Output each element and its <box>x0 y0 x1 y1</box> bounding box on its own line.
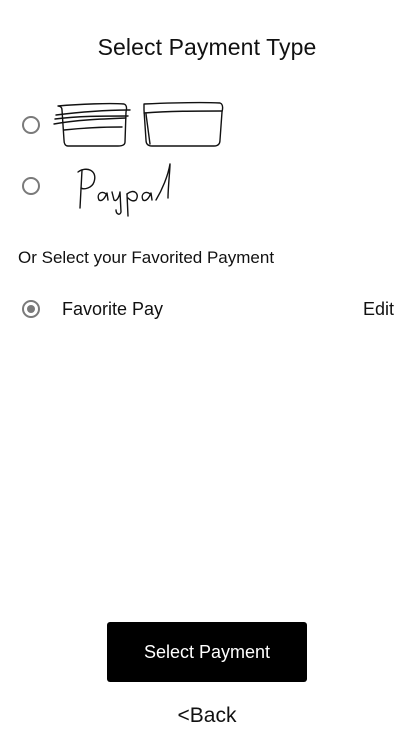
favorite-payment-row[interactable]: Favorite Pay Edit <box>22 298 396 320</box>
payment-option-paypal[interactable] <box>22 177 40 195</box>
paypal-handwritten-logo[interactable] <box>72 160 182 218</box>
favorites-section-label: Or Select your Favorited Payment <box>18 248 275 267</box>
card-radio[interactable] <box>22 116 40 134</box>
payment-screen: Select Payment Type Or Select your Favor… <box>0 0 414 736</box>
page-title: Select Payment Type <box>97 34 317 60</box>
select-payment-button[interactable]: Select Payment <box>107 622 307 682</box>
back-link[interactable]: <Back <box>0 704 414 728</box>
favorite-pay-label[interactable]: Favorite Pay <box>62 299 163 320</box>
payment-option-card[interactable] <box>22 116 40 134</box>
paypal-radio[interactable] <box>22 177 40 195</box>
credit-card-sketch-icon[interactable] <box>50 100 230 152</box>
edit-favorite-link[interactable]: Edit <box>363 298 394 320</box>
favorite-pay-radio[interactable] <box>22 300 40 318</box>
